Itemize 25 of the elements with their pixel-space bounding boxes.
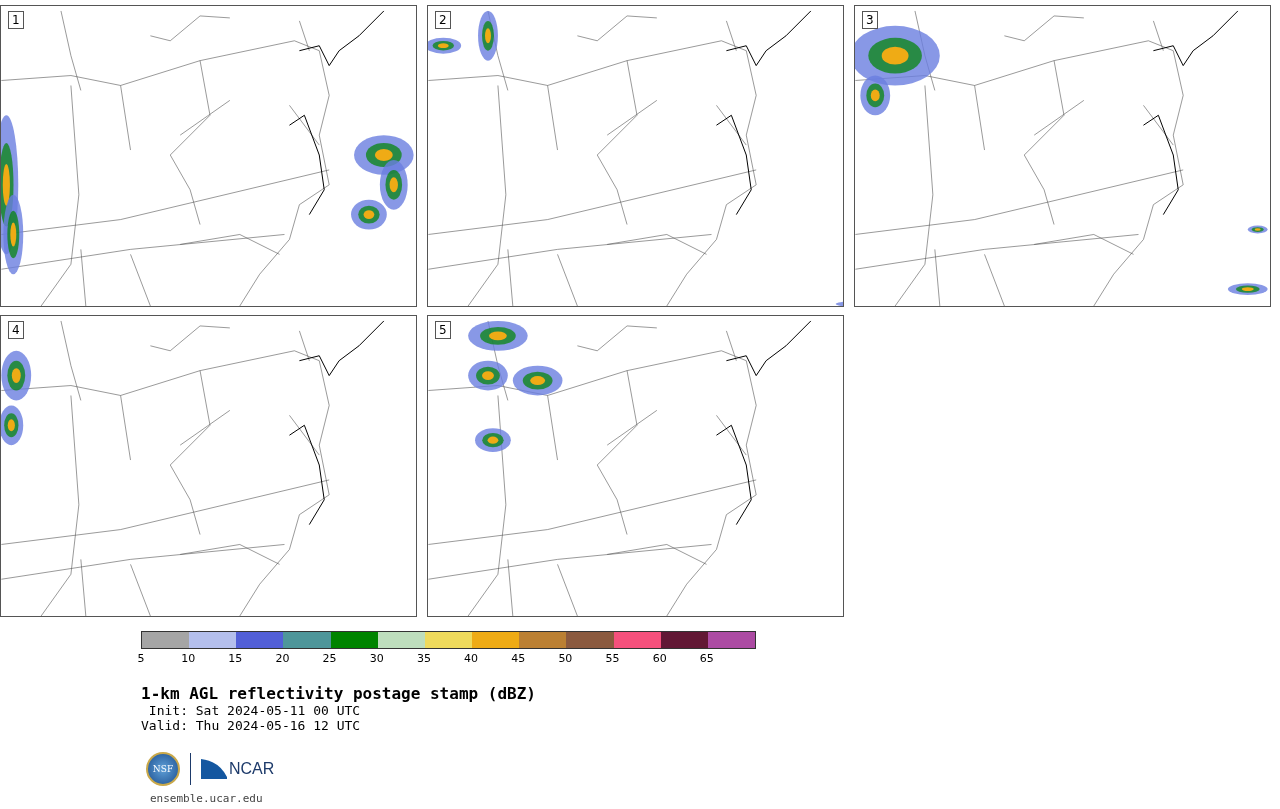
valid-time: Valid: Thu 2024-05-16 12 UTC [141,718,362,733]
tick-label: 50 [558,652,573,665]
ncar-logo: NCAR [229,760,275,778]
panel-number: 1 [8,11,24,29]
swoosh-icon [201,759,227,779]
tick-label: 65 [699,652,714,665]
panel-number: 4 [8,321,24,339]
tick-label: 35 [416,652,431,665]
init-time: Init: Sat 2024-05-11 00 UTC [147,703,362,718]
tick-label: 40 [464,652,479,665]
tick-label: 5 [137,652,145,665]
tick-label: 60 [652,652,667,665]
tick-label: 20 [275,652,290,665]
tick-label: 55 [605,652,620,665]
tick-label: 10 [181,652,196,665]
chart-title: 1-km AGL reflectivity postage stamp (dBZ) [141,684,537,703]
panel-number: 3 [862,11,878,29]
nsf-logo: NSF [146,752,180,786]
panel-number: 5 [435,321,451,339]
website-url: ensemble.ucar.edu [150,792,264,805]
tick-label: 45 [511,652,526,665]
panel-number: 2 [435,11,451,29]
tick-label: 30 [369,652,384,665]
tick-label: 15 [228,652,243,665]
tick-label: 25 [322,652,337,665]
